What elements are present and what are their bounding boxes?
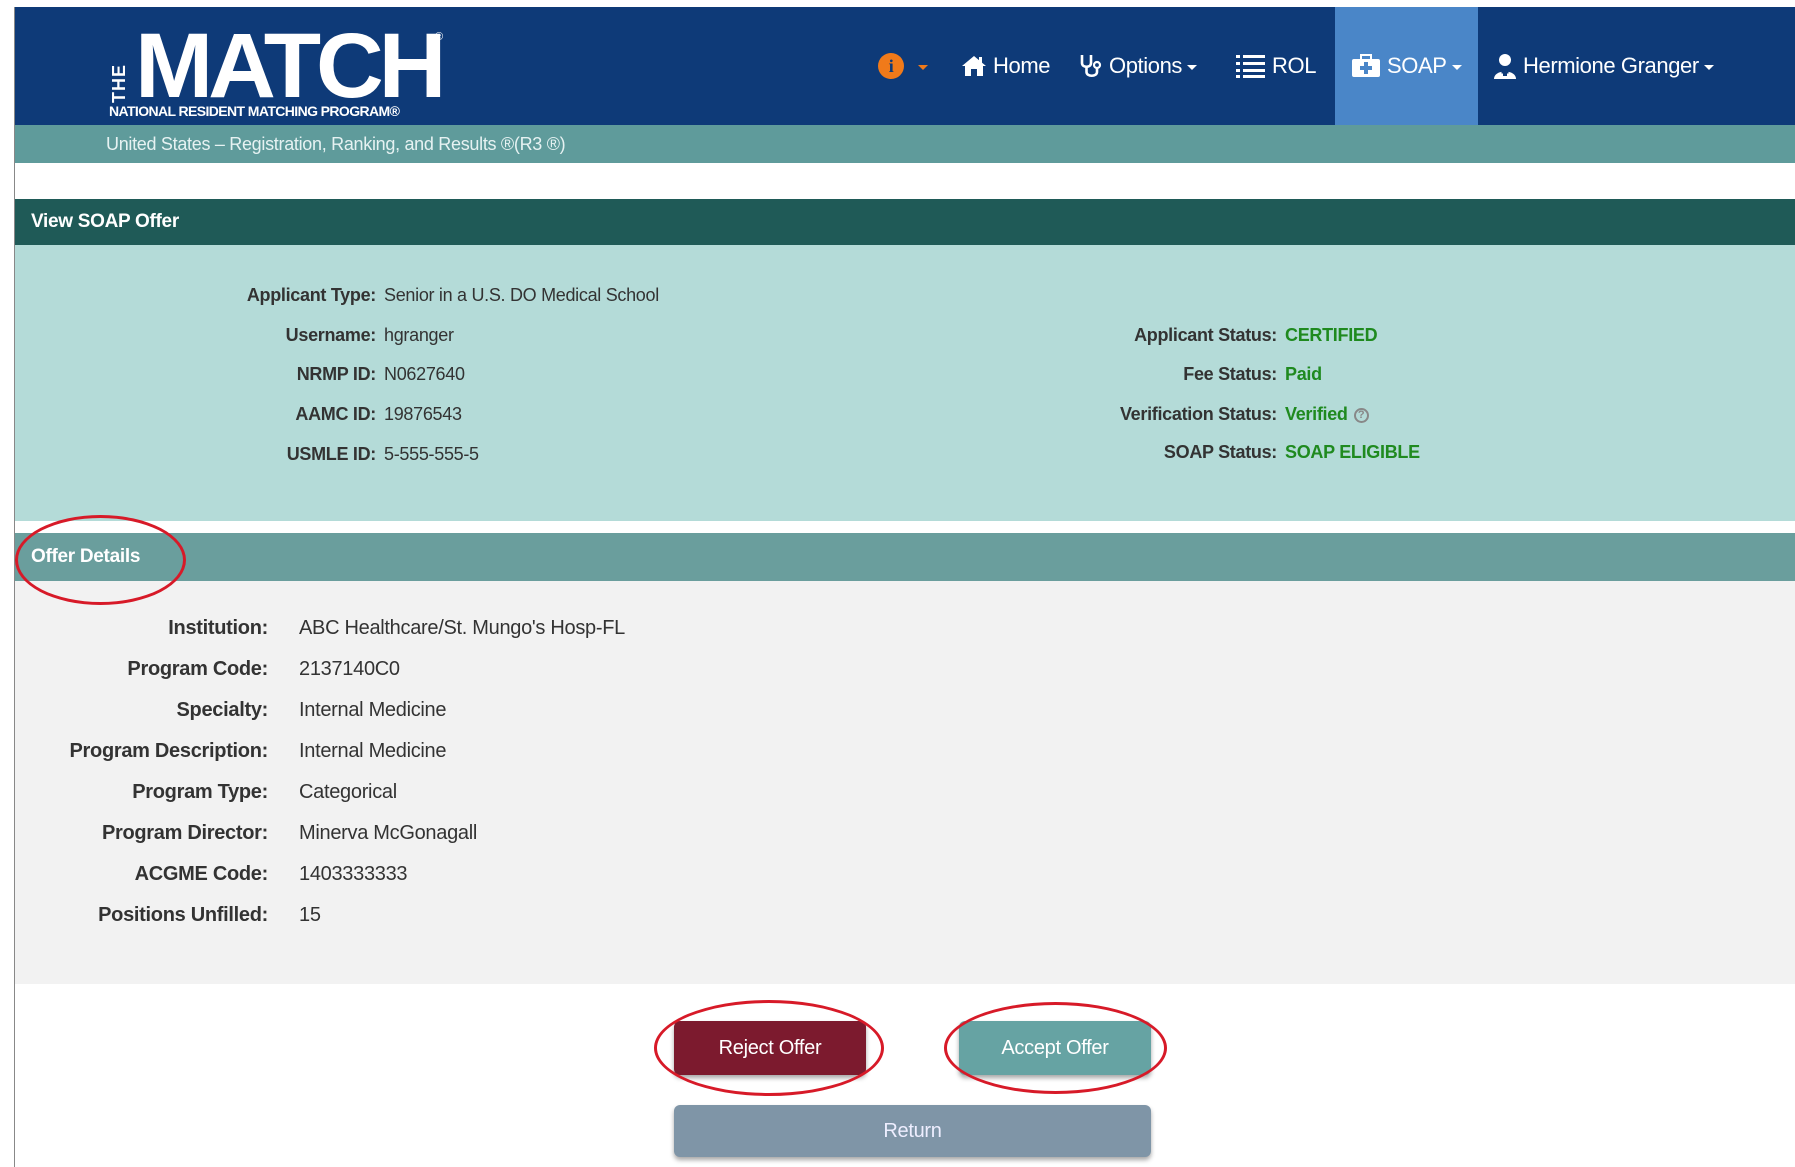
- applicant-status-value: CERTIFIED: [1285, 325, 1378, 345]
- field-label: Applicant Type:: [246, 285, 376, 305]
- stethoscope-icon: [1079, 53, 1103, 79]
- home-icon: [961, 55, 987, 77]
- positions-unfilled-value: 15: [299, 904, 321, 926]
- info-icon: i: [878, 53, 904, 79]
- program-code-label: Program Code:: [127, 658, 268, 680]
- chevron-down-icon: [1703, 64, 1714, 70]
- logo-subtitle: NATIONAL RESIDENT MATCHING PROGRAM®: [109, 103, 400, 119]
- chevron-down-icon: [1451, 64, 1462, 70]
- program-description-value: Internal Medicine: [299, 740, 447, 762]
- program-type-value: Categorical: [299, 781, 397, 803]
- verification-status-row: Verification Status: Verified?: [15, 404, 1515, 425]
- logo-the: THE: [109, 64, 129, 103]
- reject-offer-button[interactable]: Reject Offer: [674, 1021, 866, 1075]
- nav-soap[interactable]: SOAP: [1335, 7, 1478, 125]
- help-icon[interactable]: ?: [1353, 407, 1369, 423]
- top-navbar: THE MATCH ® NATIONAL RESIDENT MATCHING P…: [15, 7, 1795, 125]
- info-menu[interactable]: i: [878, 7, 928, 125]
- field-label: SOAP Status:: [1163, 442, 1277, 462]
- soap-status-row: SOAP Status: SOAP ELIGIBLE: [15, 442, 1515, 463]
- site-subtitle-bar: United States – Registration, Ranking, a…: [15, 125, 1795, 163]
- nav-options-label: Options: [1109, 53, 1183, 78]
- specialty-label: Specialty:: [176, 699, 269, 721]
- acgme-code-label: ACGME Code:: [134, 863, 269, 885]
- institution-label: Institution:: [168, 617, 268, 639]
- program-code-value: 2137140C0: [299, 658, 400, 680]
- field-label: Verification Status:: [1119, 404, 1277, 424]
- institution-value: ABC Healthcare/St. Mungo's Hosp-FL: [299, 617, 625, 639]
- accept-offer-button[interactable]: Accept Offer: [959, 1021, 1151, 1075]
- nav-options[interactable]: Options: [1079, 7, 1198, 125]
- chevron-down-icon: [918, 64, 928, 70]
- field-label: Fee Status:: [1183, 364, 1277, 384]
- nav-home[interactable]: Home: [961, 7, 1050, 125]
- field-value: Senior in a U.S. DO Medical School: [384, 285, 659, 305]
- list-icon: [1236, 53, 1266, 79]
- nav-user-label: Hermione Granger: [1523, 53, 1699, 78]
- nav-rol[interactable]: ROL: [1236, 7, 1316, 125]
- logo-wordmark: MATCH: [135, 15, 446, 117]
- program-director-value: Minerva McGonagall: [299, 822, 478, 844]
- chevron-down-icon: [1187, 64, 1198, 70]
- program-description-label: Program Description:: [69, 740, 269, 762]
- nav-rol-label: ROL: [1272, 53, 1317, 78]
- return-button[interactable]: Return: [674, 1105, 1151, 1157]
- program-type-label: Program Type:: [132, 781, 268, 803]
- offer-details-heading: Offer Details: [15, 533, 1795, 581]
- soap-status-value: SOAP ELIGIBLE: [1285, 442, 1420, 462]
- view-soap-offer-heading: View SOAP Offer: [15, 199, 1795, 245]
- fee-status-row: Fee Status: Paid: [15, 364, 1515, 385]
- medical-kit-icon: [1351, 54, 1381, 78]
- page-frame: THE MATCH ® NATIONAL RESIDENT MATCHING P…: [14, 7, 1795, 1167]
- nav-soap-label: SOAP: [1387, 53, 1447, 78]
- user-doctor-icon: [1493, 53, 1517, 79]
- logo-registered-mark: ®: [435, 31, 444, 43]
- field-label: Applicant Status:: [1134, 325, 1277, 345]
- acgme-code-value: 1403333333: [299, 863, 408, 885]
- nav-home-label: Home: [993, 53, 1051, 78]
- specialty-value: Internal Medicine: [299, 699, 447, 721]
- program-director-label: Program Director:: [101, 822, 268, 844]
- applicant-status-row: Applicant Status: CERTIFIED: [15, 325, 1515, 346]
- positions-unfilled-label: Positions Unfilled:: [98, 904, 268, 926]
- the-match-logo[interactable]: THE MATCH ® NATIONAL RESIDENT MATCHING P…: [109, 15, 449, 123]
- applicant-info-panel: Applicant Type: Senior in a U.S. DO Medic…: [15, 245, 1795, 521]
- fee-status-value: Paid: [1285, 364, 1322, 384]
- applicant-type-row: Applicant Type: Senior in a U.S. DO Medic…: [15, 285, 695, 306]
- verification-status-value: Verified: [1285, 404, 1348, 424]
- offer-details-panel: Institution: ABC Healthcare/St. Mungo's …: [15, 581, 1795, 984]
- nav-user-menu[interactable]: Hermione Granger: [1493, 7, 1714, 125]
